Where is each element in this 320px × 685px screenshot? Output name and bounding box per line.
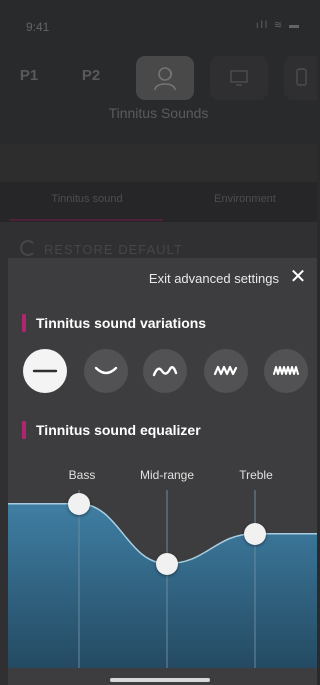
fast-wave-icon — [213, 365, 238, 376]
tab-tinnitus-sound[interactable]: Tinnitus sound — [8, 193, 166, 205]
medium-wave-icon — [152, 366, 178, 377]
very-fast-wave-icon — [273, 366, 299, 375]
program-tinnitus-button[interactable] — [136, 56, 194, 100]
equalizer-curve — [8, 490, 317, 668]
tinnitus-person-icon — [154, 67, 176, 91]
eq-label-mid-range: Mid-range — [139, 468, 195, 482]
eq-handle-mid-range[interactable] — [156, 552, 178, 575]
flat-line-icon — [32, 369, 58, 373]
variation-medium-wave-button[interactable] — [143, 349, 187, 393]
equalizer-section-title: Tinnitus sound equalizer — [36, 422, 201, 438]
exit-advanced-settings-button[interactable]: Exit advanced settings — [149, 271, 279, 286]
variation-fast-wave-button[interactable] — [204, 349, 248, 393]
restore-default-label: RESTORE DEFAULT — [44, 242, 183, 257]
close-icon[interactable]: ✕ — [287, 266, 309, 288]
variations-section-title: Tinnitus sound variations — [36, 315, 207, 331]
eq-handle-treble[interactable] — [244, 522, 266, 545]
phone-icon — [296, 68, 307, 86]
home-indicator[interactable] — [110, 678, 210, 682]
tv-icon — [230, 70, 248, 86]
program-phone-button[interactable] — [284, 56, 317, 100]
eq-label-bass: Bass — [68, 468, 96, 482]
slow-wave-icon — [94, 366, 118, 375]
program-p2-button[interactable]: P2 — [66, 56, 116, 96]
program-p1-button[interactable]: P1 — [4, 56, 54, 96]
section-accent-bar — [22, 314, 26, 332]
selected-program-label: Tinnitus Sounds — [108, 105, 209, 121]
status-time: 9:41 — [26, 20, 50, 34]
tab-environment[interactable]: Environment — [166, 193, 317, 205]
variation-very-fast-wave-button[interactable] — [264, 349, 308, 393]
variation-flat-button[interactable] — [23, 349, 67, 393]
eq-handle-bass[interactable] — [68, 492, 90, 515]
restore-icon — [20, 240, 36, 256]
restore-default-button[interactable]: RESTORE DEFAULT — [20, 240, 183, 257]
app-screen: 9:41 ıll ≋ ▬ P1 P2 Tinnitus Sounds Tinni… — [0, 0, 317, 685]
variation-slow-wave-button[interactable] — [84, 349, 128, 393]
equalizer-fill — [8, 503, 317, 668]
active-tab-indicator — [9, 219, 163, 221]
section-accent-bar — [22, 421, 26, 439]
system-status-icons: ıll ≋ ▬ — [255, 20, 301, 31]
eq-label-treble: Treble — [239, 468, 273, 482]
program-info-band — [0, 144, 317, 182]
program-tv-button[interactable] — [210, 56, 268, 100]
